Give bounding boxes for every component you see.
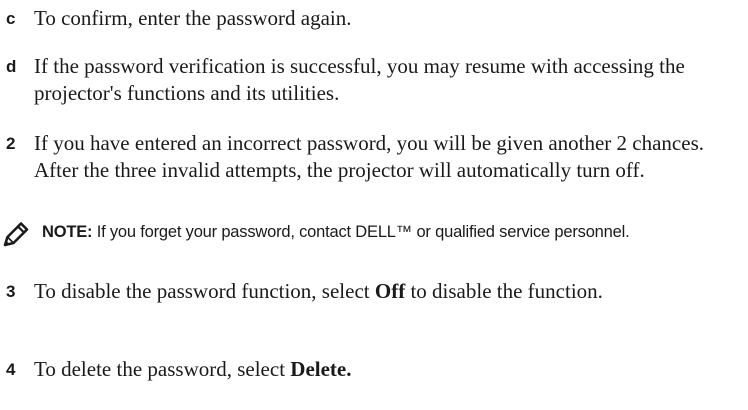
step-2: 2 If you have entered an incorrect passw… [0, 130, 736, 184]
pencil-icon [2, 220, 32, 248]
step-marker: 2 [6, 134, 16, 153]
step-marker: 3 [6, 282, 16, 301]
step-text-after: to disable the function. [405, 279, 603, 303]
step-text: To confirm, enter the password again. [34, 6, 352, 30]
step-4: 4 To delete the password, select Delete. [0, 356, 736, 383]
option-off: Off [374, 279, 406, 303]
note-text: NOTE: If you forget your password, conta… [42, 220, 740, 244]
note-body: If you forget your password, contact DEL… [96, 223, 630, 241]
step-text: If the password verification is successf… [34, 54, 685, 105]
step-text: To delete the password, select Delete. [34, 356, 736, 383]
step-3: 3 To disable the password function, sele… [0, 278, 736, 305]
step-marker: c [6, 9, 16, 28]
option-delete: Delete. [290, 357, 352, 381]
manual-page: c To confirm, enter the password again. … [0, 0, 748, 410]
step-marker: d [6, 57, 17, 76]
step-text: To disable the password function, select… [34, 278, 736, 305]
step-d: d If the password verification is succes… [0, 53, 736, 107]
step-text-before: To delete the password, select [34, 357, 291, 381]
step-text: If you have entered an incorrect passwor… [34, 131, 705, 182]
note-box: NOTE: If you forget your password, conta… [0, 220, 740, 248]
step-text-before: To disable the password function, select [34, 279, 375, 303]
step-marker: 4 [6, 360, 16, 379]
step-c: c To confirm, enter the password again. [0, 5, 736, 32]
note-label: NOTE: [42, 223, 93, 241]
